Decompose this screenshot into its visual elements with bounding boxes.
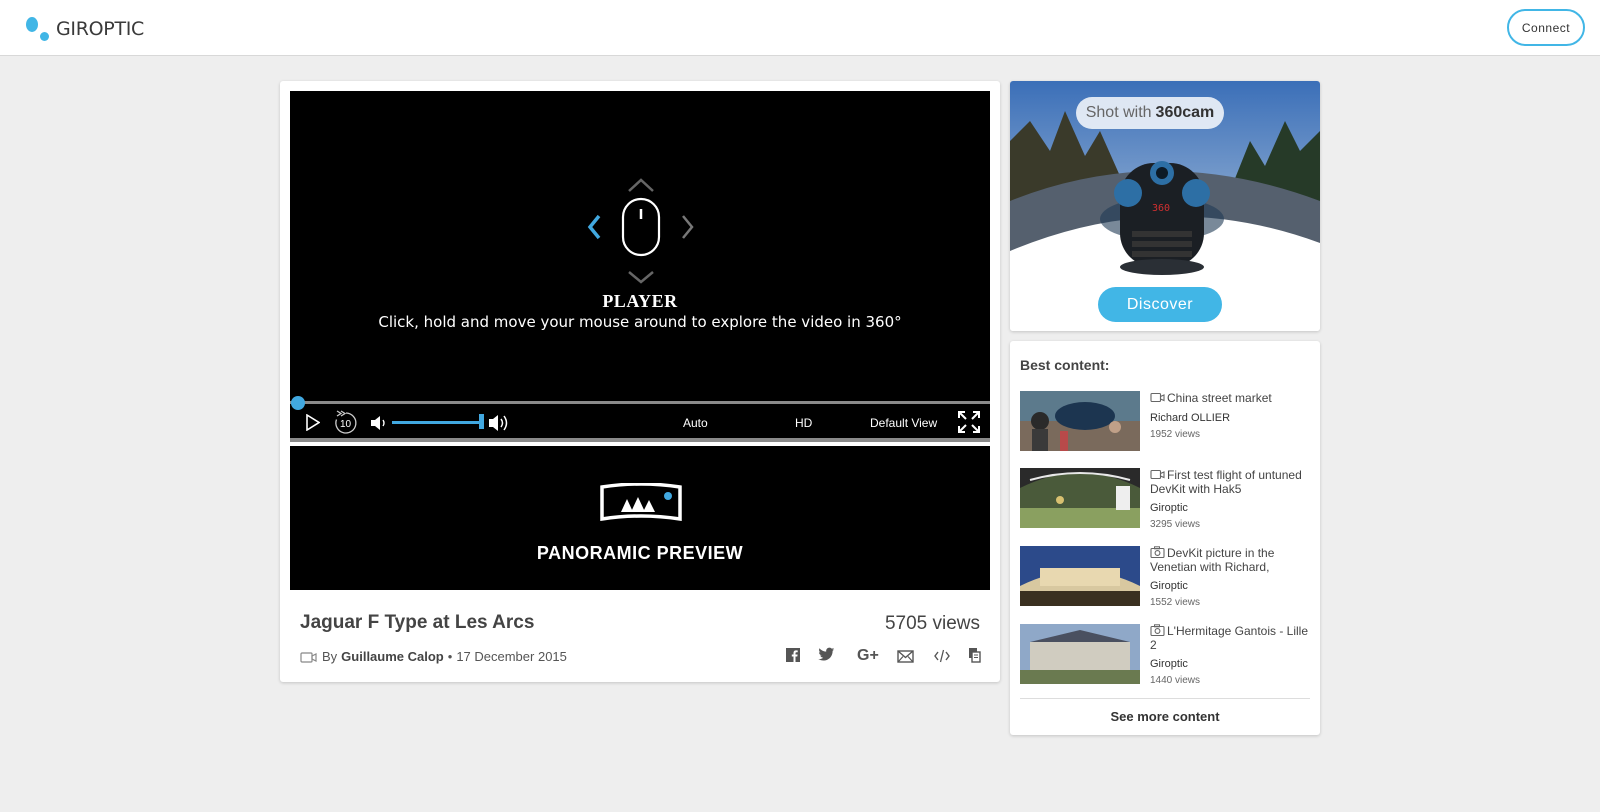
volume-slider[interactable] [392,421,482,424]
video-player[interactable]: PLAYER Click, hold and move your mouse a… [290,91,990,442]
player-hint-text: Click, hold and move your mouse around t… [378,313,902,331]
best-content-item[interactable]: China street market Richard OLLIER 1952 … [1020,391,1310,453]
byline-separator: • [447,649,453,664]
panoramic-preview-label: PANORAMIC PREVIEW [536,543,744,563]
item-author[interactable]: Giroptic [1150,502,1188,514]
shot-with-text: Shot with [1085,104,1152,121]
drag-hint [290,175,990,375]
photo-icon [1150,546,1165,558]
giroptic-logo-mark [24,15,54,43]
play-icon[interactable] [306,414,320,431]
item-views: 1552 views [1150,597,1201,608]
publish-date: 17 December 2015 [456,649,567,664]
item-author[interactable]: Richard OLLIER [1150,412,1230,424]
rewind-10-button[interactable]: 10 [333,410,359,436]
video-icon [1150,392,1165,403]
camera-display: 360 [1152,203,1171,214]
brand-name: GIROPTIC [56,18,145,40]
item-views: 1440 views [1150,675,1201,686]
item-title[interactable]: China street market [1150,391,1310,405]
panoramic-preview[interactable]: PANORAMIC PREVIEW [290,446,990,590]
view-mode-button[interactable]: Default View [870,416,937,430]
best-content-title: Best content: [1020,357,1110,373]
facebook-icon[interactable] [785,647,801,663]
item-thumbnail[interactable] [1020,391,1140,451]
mouse-drag-icon [587,178,694,284]
item-thumbnail[interactable] [1020,624,1140,684]
copy-icon[interactable] [968,647,981,663]
product-name: 360cam [1155,104,1215,121]
see-more-content-link[interactable]: See more content [1010,709,1320,724]
video-title: Jaguar F Type at Les Arcs [300,612,535,633]
volume-high-icon[interactable] [488,413,510,433]
player-hint-title: PLAYER [602,291,678,311]
best-content-panel: Best content: China street market Richar… [1010,341,1320,735]
video-camera-icon [300,651,317,663]
player-bottom-border [290,438,990,442]
item-views: 3295 views [1150,519,1201,530]
discover-button[interactable]: Discover [1098,287,1222,322]
top-bar: GIROPTIC Connect [0,0,1600,56]
google-plus-icon[interactable]: G+ [857,647,879,665]
item-thumbnail[interactable] [1020,468,1140,528]
item-views: 1952 views [1150,429,1201,440]
panorama-icon [600,483,682,522]
divider [1020,698,1310,699]
item-title[interactable]: First test flight of untuned DevKit with… [1150,468,1310,496]
volume-handle[interactable] [479,414,484,429]
volume-low-icon[interactable] [370,415,388,431]
best-content-item[interactable]: L'Hermitage Gantois - Lille 2 Giroptic 1… [1020,624,1310,686]
embed-code-icon[interactable] [934,649,950,663]
connect-button[interactable]: Connect [1507,9,1585,46]
author-link[interactable]: Guillaume Calop [341,649,444,664]
email-icon[interactable] [897,650,914,663]
twitter-icon[interactable] [818,647,835,662]
rewind-seconds: 10 [340,419,352,430]
best-content-item[interactable]: First test flight of untuned DevKit with… [1020,468,1310,530]
item-author[interactable]: Giroptic [1150,658,1188,670]
video-byline: By Guillaume Calop • 17 December 2015 [300,649,567,664]
item-title[interactable]: DevKit picture in the Venetian with Rich… [1150,546,1310,574]
giroptic-logo[interactable]: GIROPTIC [24,15,144,43]
video-card: PLAYER Click, hold and move your mouse a… [280,81,1000,682]
item-title[interactable]: L'Hermitage Gantois - Lille 2 [1150,624,1310,652]
video-icon [1150,469,1165,480]
video-views: 5705 views [884,613,980,634]
by-prefix: By [322,649,338,664]
fullscreen-icon[interactable] [957,410,981,434]
360cam-ad[interactable]: 360 Shot with 360cam Discover [1010,81,1320,331]
quality-hd-button[interactable]: HD [795,416,812,430]
photo-icon [1150,624,1165,636]
quality-auto-button[interactable]: Auto [683,416,708,430]
progress-bar[interactable] [290,401,990,404]
item-author[interactable]: Giroptic [1150,580,1188,592]
item-thumbnail[interactable] [1020,546,1140,606]
best-content-item[interactable]: DevKit picture in the Venetian with Rich… [1020,546,1310,608]
shot-with-badge: Shot with 360cam [1076,97,1224,129]
player-controls: 10 Auto HD Default View [290,407,990,437]
